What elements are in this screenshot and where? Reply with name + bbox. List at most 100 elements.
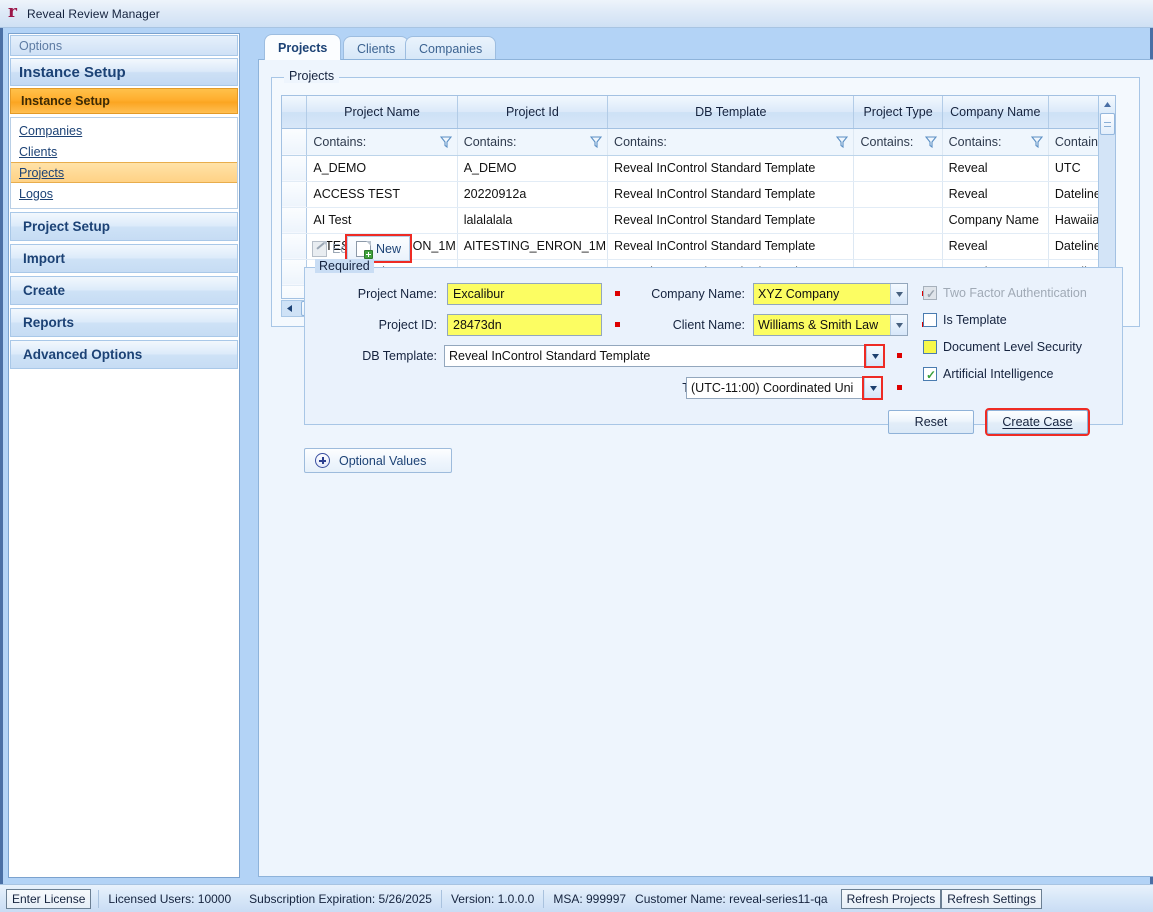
status-bar: Enter License Licensed Users: 10000 Subs…	[0, 884, 1153, 912]
funnel-icon[interactable]	[440, 136, 452, 148]
sidebar-item-logos[interactable]: Logos	[11, 183, 237, 204]
scroll-up-icon[interactable]	[1099, 96, 1116, 113]
cell-project-id: 20220912a	[457, 181, 607, 207]
checkbox-two-factor-authentication-label: Two Factor Authentication	[943, 286, 1087, 300]
cell-project-type	[854, 207, 942, 233]
checkbox-document-level-security[interactable]: Document Level Security	[923, 340, 1082, 354]
chevron-down-icon[interactable]	[864, 378, 881, 398]
filter-db-template[interactable]: Contains:	[608, 128, 854, 155]
row-selector[interactable]	[282, 207, 307, 233]
chevron-down-icon[interactable]	[890, 315, 907, 335]
chevron-down-icon[interactable]	[890, 284, 907, 304]
client-name-combo[interactable]: Williams & Smith Law	[753, 314, 908, 336]
new-button[interactable]: New	[347, 236, 410, 261]
table-row[interactable]: AI Test lalalalala Reveal InControl Stan…	[282, 207, 1116, 233]
scrollbar-grip-icon	[1104, 122, 1111, 127]
table-row[interactable]: ACCESS TEST 20220912a Reveal InControl S…	[282, 181, 1116, 207]
filter-row[interactable]: Contains: Contains: Contains:	[282, 128, 1116, 155]
cell-db-template: Reveal InControl Standard Template	[608, 181, 854, 207]
project-id-input[interactable]: 28473dn	[447, 314, 602, 336]
tab-clients[interactable]: Clients	[343, 36, 409, 60]
table-row[interactable]: A_DEMO A_DEMO Reveal InControl Standard …	[282, 155, 1116, 181]
row-selector[interactable]	[282, 181, 307, 207]
new-button-label: New	[376, 242, 401, 256]
funnel-icon[interactable]	[590, 136, 602, 148]
create-case-button[interactable]: Create Case	[987, 410, 1088, 434]
record-toolbar: Edit New	[304, 236, 1123, 261]
sidebar-section-instance-setup[interactable]: Instance Setup	[10, 88, 238, 114]
tab-projects[interactable]: Projects	[264, 34, 341, 60]
status-version: Version: 1.0.0.0	[442, 892, 543, 906]
cell-project-id: A_DEMO	[457, 155, 607, 181]
reset-button[interactable]: Reset	[888, 410, 974, 434]
edit-document-icon	[312, 241, 327, 257]
required-group-label: Required	[315, 259, 374, 273]
filter-project-name[interactable]: Contains:	[307, 128, 457, 155]
cell-project-type	[854, 181, 942, 207]
status-customer-name: Customer Name: reveal-series11-qa	[635, 892, 837, 906]
sidebar-item-companies-label: Companies	[19, 124, 82, 138]
checkbox-artificial-intelligence[interactable]: ✓ Artificial Intelligence	[923, 367, 1053, 381]
window-frame: Options Instance Setup Instance Setup Co…	[0, 28, 1153, 884]
sidebar-section-create[interactable]: Create	[10, 276, 238, 305]
project-name-label: Project Name:	[305, 287, 437, 301]
sidebar-item-projects-label: Projects	[19, 166, 64, 180]
refresh-settings-button[interactable]: Refresh Settings	[941, 889, 1042, 909]
sidebar-section-advanced-options[interactable]: Advanced Options	[10, 340, 238, 369]
column-header-company-name[interactable]: Company Name	[942, 96, 1048, 128]
funnel-icon[interactable]	[1031, 136, 1043, 148]
sidebar-header: Options	[10, 35, 238, 56]
checkbox-icon[interactable]: ✓	[923, 367, 937, 381]
sidebar-accordion-title[interactable]: Instance Setup	[10, 58, 238, 86]
column-header-db-template[interactable]: DB Template	[608, 96, 854, 128]
application-window: r Reveal Review Manager Options Instance…	[0, 0, 1153, 912]
filter-company-name-text: Contains:	[949, 135, 1002, 149]
reveal-r-logo-icon: r	[8, 6, 20, 21]
window-title: Reveal Review Manager	[27, 7, 160, 21]
checkbox-icon[interactable]	[923, 313, 937, 327]
sidebar-item-companies[interactable]: Companies	[11, 120, 237, 141]
table-header-row: Project Name Project Id DB Template Proj…	[282, 96, 1116, 128]
column-header-project-name[interactable]: Project Name	[307, 96, 457, 128]
project-name-input[interactable]: Excalibur	[447, 283, 602, 305]
time-zone-required-marker	[897, 385, 902, 390]
db-template-label: DB Template:	[305, 349, 437, 363]
row-selector[interactable]	[282, 155, 307, 181]
column-header-project-type[interactable]: Project Type	[854, 96, 942, 128]
create-case-button-label: Create Case	[1002, 415, 1072, 429]
db-template-value: Reveal InControl Standard Template	[445, 349, 866, 363]
company-name-combo[interactable]: XYZ Company	[753, 283, 908, 305]
scrollbar-thumb[interactable]	[1100, 113, 1115, 135]
funnel-icon[interactable]	[925, 136, 937, 148]
frame-inner: Options Instance Setup Instance Setup Co…	[3, 28, 1150, 884]
sidebar-section-reports[interactable]: Reports	[10, 308, 238, 337]
sidebar-item-clients[interactable]: Clients	[11, 141, 237, 162]
scroll-left-icon[interactable]	[282, 301, 297, 316]
time-zone-combo[interactable]: (UTC-11:00) Coordinated Uni	[686, 377, 882, 399]
sidebar-section-import[interactable]: Import	[10, 244, 238, 273]
status-licensed-users: Licensed Users: 10000	[99, 892, 240, 906]
refresh-projects-button[interactable]: Refresh Projects	[841, 889, 942, 909]
cell-project-id: lalalalala	[457, 207, 607, 233]
column-header-project-id[interactable]: Project Id	[457, 96, 607, 128]
checkbox-icon: ✓	[923, 286, 937, 300]
time-zone-value: (UTC-11:00) Coordinated Uni	[687, 381, 864, 395]
filter-project-name-text: Contains:	[313, 135, 366, 149]
tab-companies[interactable]: Companies	[405, 36, 496, 60]
checkbox-is-template[interactable]: Is Template	[923, 313, 1007, 327]
db-template-combo[interactable]: Reveal InControl Standard Template	[444, 345, 884, 367]
filter-project-id[interactable]: Contains:	[457, 128, 607, 155]
checkbox-artificial-intelligence-label: Artificial Intelligence	[943, 367, 1053, 381]
cell-company-name: Reveal	[942, 181, 1048, 207]
funnel-icon[interactable]	[836, 136, 848, 148]
enter-license-button[interactable]: Enter License	[6, 889, 91, 909]
sidebar-section-project-setup[interactable]: Project Setup	[10, 212, 238, 241]
sidebar-item-projects[interactable]: Projects	[11, 162, 237, 183]
checkbox-two-factor-authentication: ✓ Two Factor Authentication	[923, 286, 1087, 300]
filter-project-type[interactable]: Contains:	[854, 128, 942, 155]
filter-company-name[interactable]: Contains:	[942, 128, 1048, 155]
optional-values-button[interactable]: Optional Values	[304, 448, 452, 473]
checkbox-icon[interactable]	[923, 340, 937, 354]
checkbox-is-template-label: Is Template	[943, 313, 1007, 327]
chevron-down-icon[interactable]	[866, 346, 883, 366]
